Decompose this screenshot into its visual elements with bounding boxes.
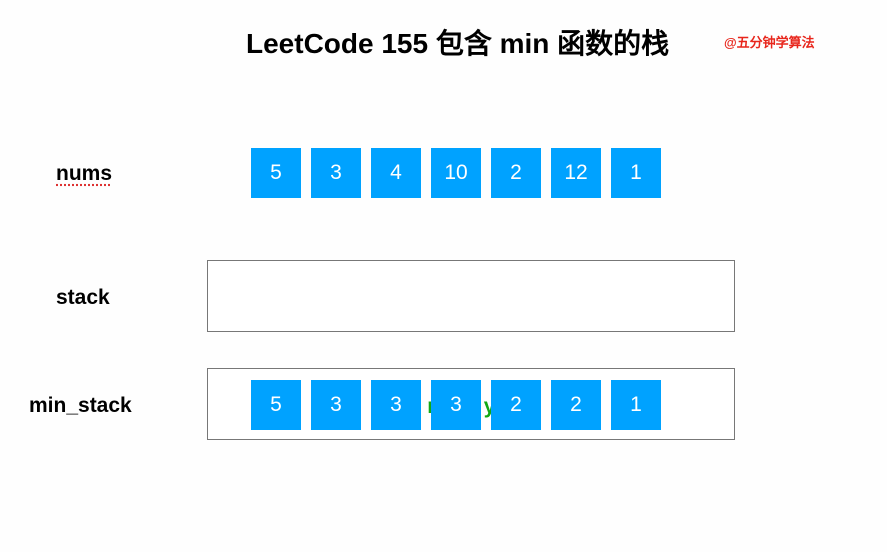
min-stack-element: 3 [431,380,481,430]
page-title: LeetCode 155 包含 min 函数的栈 [246,28,670,59]
slide: LeetCode 155 包含 min 函数的栈 @五分钟学算法 nums st… [0,0,887,552]
nums-element: 2 [491,148,541,198]
nums-element: 3 [311,148,361,198]
nums-label: nums [56,162,113,185]
nums-element: 4 [371,148,421,198]
nums-element: 12 [551,148,601,198]
credit-watermark: @五分钟学算法 [724,35,815,50]
nums-element: 10 [431,148,481,198]
stack-label: stack [56,286,110,309]
nums-element: 5 [251,148,301,198]
min-stack-element: 2 [491,380,541,430]
min-stack-element: 1 [611,380,661,430]
min-stack-element: 3 [371,380,421,430]
nums-element: 1 [611,148,661,198]
min-stack-element: 2 [551,380,601,430]
min-stack-element: 5 [251,380,301,430]
min-stack-element: 3 [311,380,361,430]
stack-container [207,260,735,332]
